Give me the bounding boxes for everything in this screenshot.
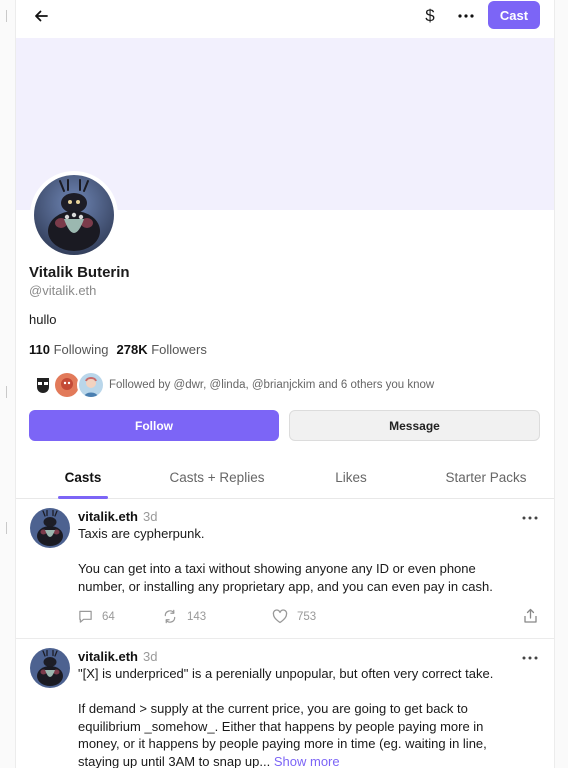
avatar-creature-image: [30, 648, 70, 688]
top-bar: $ Cast: [16, 0, 554, 34]
followed-by-row[interactable]: Followed by @dwr, @linda, @brianjckim an…: [29, 370, 434, 400]
tab-casts-replies[interactable]: Casts + Replies: [150, 455, 284, 499]
post-paragraph: "[X] is underpriced" is a perenially unp…: [78, 666, 494, 681]
followers-link[interactable]: 278K Followers: [117, 342, 207, 357]
more-horizontal-icon: [458, 14, 474, 18]
more-horizontal-icon: [522, 656, 538, 660]
post-actions: 64 143 753: [76, 603, 516, 631]
edge-chevron-icon: [6, 386, 10, 398]
profile-name: Vitalik Buterin: [29, 264, 130, 281]
arrow-left-icon: [35, 10, 48, 22]
share-button[interactable]: [523, 608, 541, 626]
post-timestamp[interactable]: 3d: [143, 649, 157, 664]
followers-count: 278K: [116, 342, 148, 357]
post-text: Taxis are cypherpunk. You can get into a…: [78, 525, 508, 595]
back-button[interactable]: [30, 6, 52, 26]
follow-stats: 110 Following 278K Followers: [29, 342, 207, 357]
profile-page: $ Cast Vitalik Buterin @vitalik.eth hull…: [16, 0, 554, 768]
message-button[interactable]: Message: [289, 410, 540, 441]
followed-by-text: Followed by @dwr, @linda, @brianjckim an…: [109, 379, 435, 391]
post-paragraph: You can get into a taxi without showing …: [78, 561, 493, 594]
follow-button[interactable]: Follow: [29, 410, 279, 441]
followers-label: Followers: [151, 342, 207, 357]
recast-icon: [164, 609, 176, 624]
tab-casts[interactable]: Casts: [16, 455, 150, 499]
post-header: vitalik.eth 3d: [78, 649, 508, 664]
tab-likes[interactable]: Likes: [284, 455, 418, 499]
tip-dollar-button[interactable]: $: [418, 4, 442, 28]
like-button[interactable]: 753: [272, 609, 316, 624]
show-more-link[interactable]: Show more: [274, 754, 340, 768]
cast-button[interactable]: Cast: [488, 1, 540, 29]
post-more-button[interactable]: [518, 649, 542, 667]
post-content: vitalik.eth 3d "[X] is underpriced" is a…: [78, 649, 508, 768]
more-horizontal-icon: [522, 516, 538, 520]
post-header: vitalik.eth 3d: [78, 509, 508, 524]
cast-item[interactable]: vitalik.eth 3d Taxis are cypherpunk. You…: [16, 500, 554, 639]
profile-handle: @vitalik.eth: [29, 283, 97, 298]
share-icon: [524, 608, 537, 623]
post-paragraph: Taxis are cypherpunk.: [78, 526, 205, 541]
recast-count: 143: [187, 610, 207, 623]
post-author-avatar[interactable]: [30, 508, 70, 548]
comment-icon: [79, 610, 92, 623]
cast-item[interactable]: vitalik.eth 3d "[X] is underpriced" is a…: [16, 640, 554, 768]
reply-button[interactable]: 64: [78, 609, 115, 624]
edge-chevron-icon: [6, 10, 10, 22]
like-count: 753: [297, 610, 317, 623]
post-author[interactable]: vitalik.eth: [78, 649, 138, 664]
profile-avatar[interactable]: [30, 171, 118, 259]
profile-bio: hullo: [29, 312, 57, 327]
heart-icon: [272, 609, 288, 624]
edge-chevron-icon: [6, 522, 10, 534]
post-author-avatar[interactable]: [30, 648, 70, 688]
following-link[interactable]: 110 Following: [29, 342, 109, 357]
left-edge-panel: [0, 0, 16, 768]
dollar-icon: $: [425, 6, 435, 25]
reply-count: 64: [102, 610, 115, 623]
mutual-avatar: [77, 371, 105, 399]
post-timestamp[interactable]: 3d: [143, 509, 157, 524]
post-paragraph: If demand > supply at the current price,…: [78, 700, 508, 768]
post-author[interactable]: vitalik.eth: [78, 509, 138, 524]
following-label: Following: [53, 342, 109, 357]
following-count: 110: [29, 342, 50, 357]
avatar-creature-image: [30, 508, 70, 548]
post-more-button[interactable]: [518, 509, 542, 527]
profile-tabs: Casts Casts + Replies Likes Starter Pack…: [16, 455, 554, 499]
more-options-button[interactable]: [454, 4, 478, 28]
post-text: "[X] is underpriced" is a perenially unp…: [78, 665, 508, 768]
tab-starter-packs[interactable]: Starter Packs: [418, 455, 554, 499]
avatar-creature-image: [34, 175, 114, 255]
post-content: vitalik.eth 3d Taxis are cypherpunk. You…: [78, 509, 508, 595]
right-edge-panel: [554, 0, 568, 768]
recast-button[interactable]: 143: [162, 609, 206, 624]
